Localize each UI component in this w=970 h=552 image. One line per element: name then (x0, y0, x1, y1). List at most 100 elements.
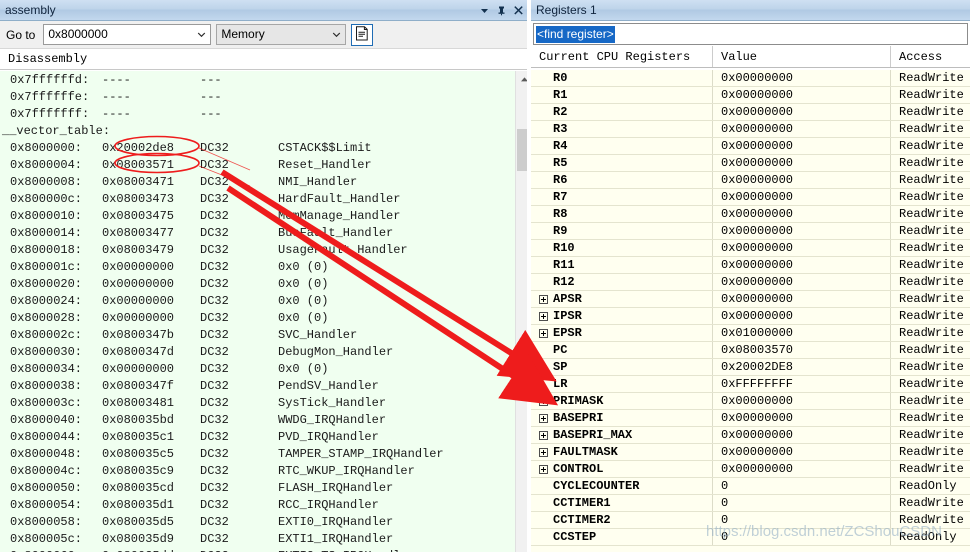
disassembly-row[interactable]: 0x8000010: 0x08003475 DC32 MemManage_Handle… (0, 208, 515, 225)
disassembly-row[interactable]: 0x8000004: 0x08003571 DC32 Reset_Handler (0, 157, 515, 174)
expand-plus-icon[interactable] (539, 413, 548, 423)
register-value[interactable]: 0x00000000 (713, 291, 891, 307)
register-name-cell[interactable]: CCTIMER1 (531, 495, 713, 511)
register-value[interactable]: 0x00000000 (713, 206, 891, 222)
expand-plus-icon[interactable] (539, 311, 548, 321)
column-header-name[interactable]: Current CPU Registers (531, 46, 713, 67)
register-name-cell[interactable]: R6 (531, 172, 713, 188)
disassembly-row[interactable]: 0x8000020: 0x00000000 DC32 0x0 (0) (0, 276, 515, 293)
disassembly-row[interactable]: 0x800000c: 0x08003473 DC32 HardFault_Handle… (0, 191, 515, 208)
disassembly-row[interactable]: 0x8000000: 0x20002de8 DC32 CSTACK$$Limit (0, 140, 515, 157)
register-name-cell[interactable]: CCSTEP (531, 529, 713, 545)
expand-plus-icon[interactable] (539, 430, 548, 440)
register-name-cell[interactable]: BASEPRI_MAX (531, 427, 713, 443)
register-row[interactable]: R9 0x00000000 ReadWrite (531, 223, 970, 240)
register-value[interactable]: 0x00000000 (713, 138, 891, 154)
register-value[interactable]: 0x00000000 (713, 444, 891, 460)
view-mode-select[interactable]: Memory (216, 24, 347, 45)
register-name-cell[interactable]: R5 (531, 155, 713, 171)
register-row[interactable]: CONTROL 0x00000000 ReadWrite (531, 461, 970, 478)
disassembly-label-row[interactable]: __vector_table: (0, 123, 515, 140)
registers-rows[interactable]: R0 0x00000000 ReadWrite R1 0x00000000 ReadWri… (531, 70, 970, 552)
disassembly-row[interactable]: 0x8000048: 0x080035c5 DC32 TAMPER_STAMP_IRQ… (0, 446, 515, 463)
register-name-cell[interactable]: CCTIMER2 (531, 512, 713, 528)
expand-plus-icon[interactable] (539, 294, 548, 304)
disassembly-row[interactable]: 0x8000050: 0x080035cd DC32 FLASH_IRQHandler (0, 480, 515, 497)
register-row[interactable]: PRIMASK 0x00000000 ReadWrite (531, 393, 970, 410)
expand-plus-icon[interactable] (539, 396, 548, 406)
register-name-cell[interactable]: R12 (531, 274, 713, 290)
disassembly-row[interactable]: 0x800002c: 0x0800347b DC32 SVC_Handler (0, 327, 515, 344)
register-value[interactable]: 0 (713, 478, 891, 494)
register-value[interactable]: 0 (713, 495, 891, 511)
disassembly-row[interactable]: 0x7ffffffd: ---- --- (0, 72, 515, 89)
register-name-cell[interactable]: R11 (531, 257, 713, 273)
disassembly-rows[interactable]: 0x7ffffffd: ---- --- 0x7ffffffe: ---- --- 0x7f… (0, 71, 515, 552)
register-name-cell[interactable]: BASEPRI (531, 410, 713, 426)
register-value[interactable]: 0x00000000 (713, 189, 891, 205)
disassembly-row[interactable]: 0x8000038: 0x0800347f DC32 PendSV_Handler (0, 378, 515, 395)
register-value[interactable]: 0x00000000 (713, 410, 891, 426)
disassembly-row[interactable]: 0x8000054: 0x080035d1 DC32 RCC_IRQHandler (0, 497, 515, 514)
register-name-cell[interactable]: IPSR (531, 308, 713, 324)
disassembly-row[interactable]: 0x800004c: 0x080035c9 DC32 RTC_WKUP_IRQHand… (0, 463, 515, 480)
register-row[interactable]: R0 0x00000000 ReadWrite (531, 70, 970, 87)
register-name-cell[interactable]: R4 (531, 138, 713, 154)
register-value[interactable]: 0x00000000 (713, 240, 891, 256)
goto-address-input[interactable]: 0x8000000 (43, 24, 212, 45)
expand-plus-icon[interactable] (539, 464, 548, 474)
register-row[interactable]: R3 0x00000000 ReadWrite (531, 121, 970, 138)
register-name-cell[interactable]: LR (531, 376, 713, 392)
disassembly-row[interactable]: 0x800005c: 0x080035d9 DC32 EXTI1_IRQHandler (0, 531, 515, 548)
chevron-down-icon[interactable] (328, 25, 345, 44)
register-row[interactable]: FAULTMASK 0x00000000 ReadWrite (531, 444, 970, 461)
register-row[interactable]: BASEPRI 0x00000000 ReadWrite (531, 410, 970, 427)
register-row[interactable]: R7 0x00000000 ReadWrite (531, 189, 970, 206)
disassembly-row[interactable]: 0x8000030: 0x0800347d DC32 DebugMon_Handler (0, 344, 515, 361)
register-row[interactable]: CYCLECOUNTER 0 ReadOnly (531, 478, 970, 495)
register-value[interactable]: 0x00000000 (713, 461, 891, 477)
register-name-cell[interactable]: SP (531, 359, 713, 375)
disassembly-row[interactable]: 0x8000008: 0x08003471 DC32 NMI_Handler (0, 174, 515, 191)
register-row[interactable]: EPSR 0x01000000 ReadWrite (531, 325, 970, 342)
disassembly-row[interactable]: 0x8000018: 0x08003479 DC32 UsageFault_Handl… (0, 242, 515, 259)
register-value[interactable]: 0 (713, 529, 891, 545)
register-row[interactable]: R2 0x00000000 ReadWrite (531, 104, 970, 121)
register-row[interactable]: R4 0x00000000 ReadWrite (531, 138, 970, 155)
register-value[interactable]: 0x00000000 (713, 308, 891, 324)
register-name-cell[interactable]: R8 (531, 206, 713, 222)
register-value[interactable]: 0x20002DE8 (713, 359, 891, 375)
auto-hide-pin-icon[interactable] (493, 1, 510, 19)
register-value[interactable]: 0 (713, 512, 891, 528)
disassembly-row[interactable]: 0x8000040: 0x080035bd DC32 WWDG_IRQHandler (0, 412, 515, 429)
register-name-cell[interactable]: PRIMASK (531, 393, 713, 409)
find-register-input[interactable]: <find register> (533, 23, 968, 45)
register-row[interactable]: R6 0x00000000 ReadWrite (531, 172, 970, 189)
register-value[interactable]: 0x00000000 (713, 104, 891, 120)
column-header-access[interactable]: Access (891, 46, 970, 67)
toggle-source-view-button[interactable] (351, 23, 374, 46)
disassembly-row[interactable]: 0x8000014: 0x08003477 DC32 BusFault_Handler (0, 225, 515, 242)
register-value[interactable]: 0x00000000 (713, 274, 891, 290)
disassembly-row[interactable]: 0x800001c: 0x00000000 DC32 0x0 (0) (0, 259, 515, 276)
register-row[interactable]: APSR 0x00000000 ReadWrite (531, 291, 970, 308)
disassembly-row[interactable]: 0x8000058: 0x080035d5 DC32 EXTI0_IRQHandler (0, 514, 515, 531)
expand-plus-icon[interactable] (539, 447, 548, 457)
register-value[interactable]: 0x01000000 (713, 325, 891, 341)
disassembly-row[interactable]: 0x7ffffffe: ---- --- (0, 89, 515, 106)
register-name-cell[interactable]: R2 (531, 104, 713, 120)
disassembly-row[interactable]: 0x8000044: 0x080035c1 DC32 PVD_IRQHandler (0, 429, 515, 446)
register-name-cell[interactable]: R1 (531, 87, 713, 103)
register-value[interactable]: 0x00000000 (713, 223, 891, 239)
disassembly-row[interactable]: 0x8000060:0x080035ddDC32EXTI2_TS_IRQHand… (0, 548, 515, 552)
register-row[interactable]: CCTIMER1 0 ReadWrite (531, 495, 970, 512)
disassembly-row[interactable]: 0x8000024: 0x00000000 DC32 0x0 (0) (0, 293, 515, 310)
register-row[interactable]: R1 0x00000000 ReadWrite (531, 87, 970, 104)
register-row[interactable]: R8 0x00000000 ReadWrite (531, 206, 970, 223)
register-row[interactable]: R12 0x00000000 ReadWrite (531, 274, 970, 291)
chevron-down-icon[interactable] (193, 25, 210, 44)
register-value[interactable]: 0xFFFFFFFF (713, 376, 891, 392)
register-row[interactable]: LR 0xFFFFFFFF ReadWrite (531, 376, 970, 393)
register-name-cell[interactable]: CONTROL (531, 461, 713, 477)
register-value[interactable]: 0x00000000 (713, 70, 891, 86)
